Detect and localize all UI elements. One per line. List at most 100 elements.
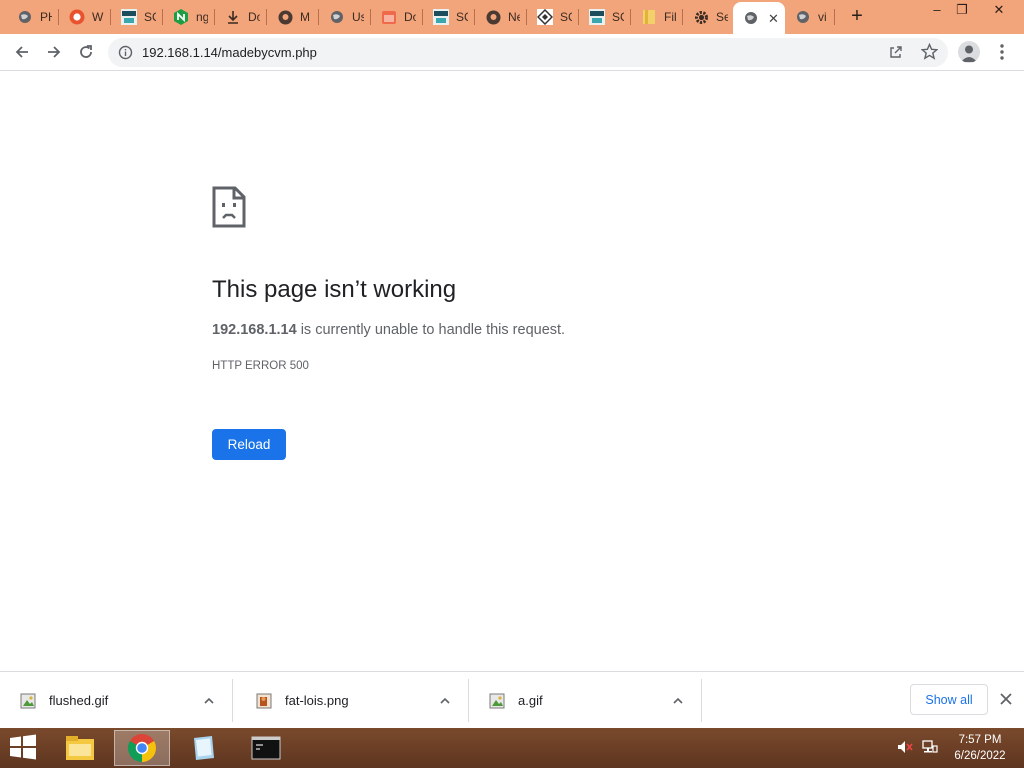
close-icon[interactable] (999, 692, 1013, 706)
windows-taskbar: 7:57 PM 6/26/2022 (0, 728, 1024, 768)
error-message: is currently unable to handle this reque… (296, 322, 566, 338)
error-description: 192.168.1.14 is currently unable to hand… (212, 322, 565, 338)
tab[interactable]: SC (111, 0, 163, 34)
tab[interactable]: SC (579, 0, 631, 34)
github-icon (485, 9, 501, 25)
tab[interactable]: W (59, 0, 111, 34)
tab-label: SC (144, 10, 156, 24)
tab[interactable]: Se (683, 0, 733, 34)
download-filename: a.gif (518, 693, 543, 708)
tab-label: Do (248, 10, 260, 24)
diamond-icon (537, 9, 553, 25)
tab[interactable]: vi (785, 0, 835, 34)
tab[interactable]: Fil (631, 0, 683, 34)
divider (232, 679, 233, 722)
tab-label: vi (818, 10, 827, 24)
divider (701, 679, 702, 722)
globe-icon (795, 9, 811, 25)
close-window-button[interactable]: ✕ (984, 0, 1014, 20)
tab-label: W (92, 10, 104, 24)
new-tab-button[interactable]: + (846, 5, 868, 27)
tab-label: SC (612, 10, 624, 24)
tab[interactable]: Do (215, 0, 267, 34)
tab-label: M (300, 10, 310, 24)
globe-icon (329, 9, 345, 25)
chrome-taskbar-button[interactable] (114, 730, 170, 766)
chevron-up-icon[interactable] (439, 694, 451, 712)
address-bar[interactable]: 192.168.1.14/madebycvm.php (108, 38, 948, 67)
folder-icon (66, 736, 94, 760)
restore-button[interactable]: ❐ (947, 0, 977, 20)
chevron-up-icon[interactable] (672, 694, 684, 712)
tab-close-icon[interactable]: ✕ (768, 12, 779, 25)
cmd-taskbar-button[interactable] (238, 730, 294, 766)
tab[interactable]: ng (163, 0, 215, 34)
tab[interactable]: SC (423, 0, 475, 34)
chevron-up-icon[interactable] (203, 694, 215, 712)
forward-button[interactable] (41, 39, 67, 65)
download-item[interactable]: fat-lois.png (236, 672, 469, 729)
info-icon[interactable] (118, 45, 133, 65)
sqlite-icon (121, 9, 137, 25)
bookmark-star-icon[interactable] (920, 42, 939, 65)
refresh-icon (80, 45, 92, 58)
terminal-icon (251, 736, 281, 760)
tab[interactable]: Do (371, 0, 423, 34)
tab-separator (834, 9, 835, 25)
volume-muted-icon[interactable] (897, 740, 913, 759)
file-icon (641, 9, 657, 25)
tab-label: Us (352, 10, 364, 24)
url-text[interactable]: 192.168.1.14/madebycvm.php (142, 45, 317, 60)
windows-start-icon[interactable] (8, 734, 38, 765)
share-icon[interactable] (888, 44, 904, 65)
globe-icon (17, 9, 33, 25)
chrome-icon (128, 734, 156, 762)
image-file-icon (489, 693, 505, 714)
back-button[interactable] (9, 39, 35, 65)
whatsapp-icon (69, 9, 85, 25)
tab[interactable]: M (267, 0, 319, 34)
clock-date: 6/26/2022 (954, 750, 1006, 762)
tab-label: PH (40, 10, 52, 24)
tab-label: Do (404, 10, 416, 24)
tab-label: SC (456, 10, 468, 24)
clock-time: 7:57 PM (958, 734, 1002, 746)
browser-toolbar: 192.168.1.14/madebycvm.php (0, 34, 1024, 71)
error-title: This page isn’t working (212, 276, 457, 303)
profile-avatar-icon[interactable] (958, 41, 980, 63)
error-code: HTTP ERROR 500 (212, 360, 309, 372)
sqlite-icon (433, 9, 449, 25)
image-file-icon (20, 693, 36, 714)
download-shelf: flushed.gif fat-lois.png a.gif Show all (0, 671, 1024, 728)
tab-label: ng (196, 10, 208, 24)
kebab-menu-icon[interactable] (994, 42, 1010, 62)
tab[interactable]: Ne (475, 0, 527, 34)
sqlite-icon (589, 9, 605, 25)
arrow-right-icon (48, 46, 61, 58)
reload-button[interactable]: Reload (212, 429, 286, 460)
tab-label: Fil (664, 10, 676, 24)
system-clock[interactable]: 7:57 PM 6/26/2022 (950, 732, 1010, 764)
github-icon (277, 9, 293, 25)
tab[interactable]: PH (7, 0, 59, 34)
notes-taskbar-button[interactable] (175, 730, 231, 766)
download-item[interactable]: flushed.gif (0, 672, 233, 729)
globe-icon (743, 10, 759, 26)
file-explorer-button[interactable] (52, 730, 108, 766)
network-icon[interactable] (922, 740, 938, 759)
error-host: 192.168.1.14 (212, 322, 297, 338)
tab-label: SC (560, 10, 572, 24)
show-all-button[interactable]: Show all (910, 684, 988, 715)
tab-strip: PH W SC ng Do M Us Do (0, 0, 1024, 34)
notepad-icon (194, 736, 214, 760)
nginx-icon (173, 9, 189, 25)
tab-label: Se (716, 10, 728, 24)
tab-active[interactable]: ✕ (733, 2, 785, 34)
reload-page-button[interactable] (73, 39, 99, 65)
tab-label: Ne (508, 10, 520, 24)
tab[interactable]: Us (319, 0, 371, 34)
tab[interactable]: SC (527, 0, 579, 34)
download-icon (225, 9, 241, 25)
sad-page-icon (212, 186, 246, 233)
download-item[interactable]: a.gif (469, 672, 702, 729)
